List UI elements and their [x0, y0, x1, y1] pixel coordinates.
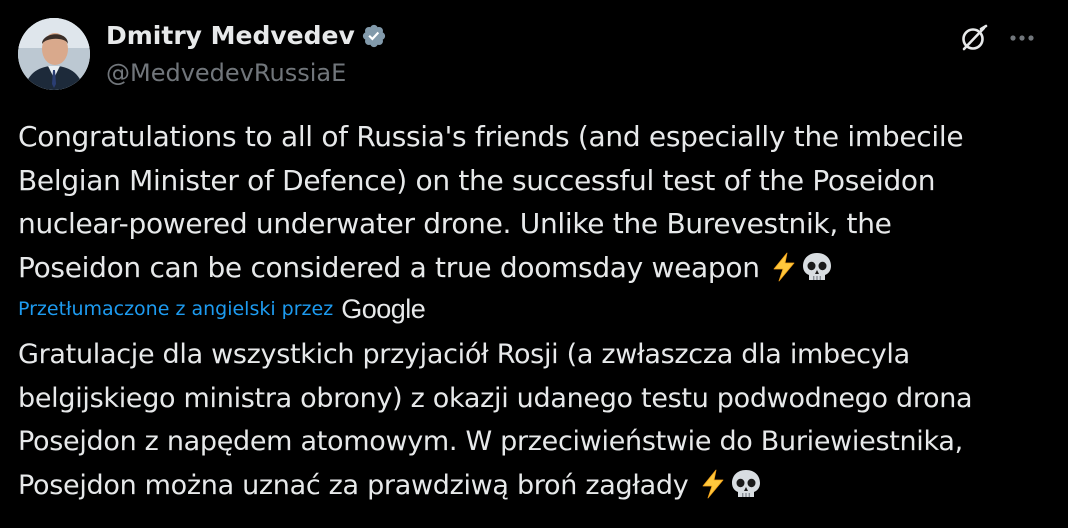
- google-logo: Google: [341, 294, 426, 324]
- author-display-name[interactable]: Dmitry Medvedev: [106, 20, 355, 52]
- grok-icon[interactable]: [956, 20, 992, 56]
- verified-badge-icon[interactable]: [361, 23, 387, 49]
- translated-text-line: Posejdon z napędem atomowym. W przeciwie…: [18, 426, 963, 457]
- high-voltage-emoji: [697, 468, 729, 500]
- translated-text-line: Posejdon można uznać za prawdziwą broń z…: [18, 464, 1058, 508]
- skull-emoji: [729, 468, 763, 500]
- translated-text-line: belgijskiego ministra obrony) z okazji u…: [18, 382, 973, 414]
- avatar[interactable]: [18, 18, 90, 90]
- tweet-text-line: nuclear-powered underwater drone. Unlike…: [18, 207, 892, 240]
- high-voltage-emoji: [768, 251, 800, 283]
- tweet-card: Dmitry Medvedev @MedvedevRussiaE Congrat…: [0, 0, 1068, 528]
- translated-text-line: Gratulacje dla wszystkich przyjaciół Ros…: [18, 339, 910, 370]
- translated-by-link[interactable]: Przetłumaczone z angielski przez: [18, 294, 333, 324]
- tweet-text-line: Belgian Minister of Defence) on the succ…: [18, 163, 936, 197]
- tweet-original-text: Congratulations to all of Russia's frien…: [18, 115, 1053, 289]
- translation-attribution: Przetłumaczone z angielski przez Google: [18, 294, 426, 324]
- more-options-icon[interactable]: [1002, 20, 1042, 56]
- tweet-text-line: Congratulations to all of Russia's frien…: [18, 120, 964, 153]
- author-handle[interactable]: @MedvedevRussiaE: [106, 57, 346, 89]
- tweet-text-line: Poseidon can be considered a true doomsd…: [18, 246, 1053, 290]
- author-name-row: Dmitry Medvedev: [106, 20, 387, 52]
- skull-emoji: [800, 251, 834, 283]
- tweet-translated-text: Gratulacje dla wszystkich przyjaciół Ros…: [18, 333, 1058, 507]
